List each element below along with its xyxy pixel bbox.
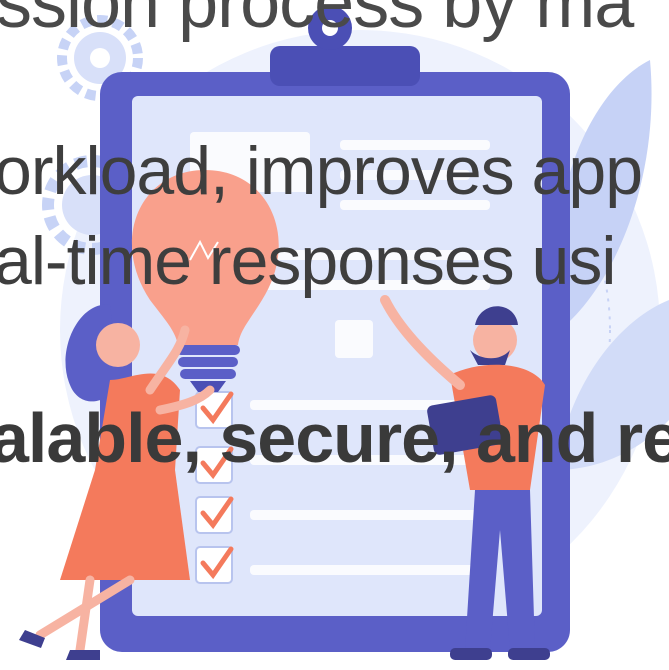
clipboard-illustration: [19, 6, 669, 660]
checkbox-icon: [195, 496, 234, 534]
clipboard-clip: [270, 46, 420, 86]
overlay-text-line-2: orkload, improves app: [0, 133, 643, 209]
checkbox-icon: [195, 546, 234, 584]
overlay-text-line-1: ssion process by ma: [0, 0, 634, 43]
overlay-text-line-3: al-time responses usi: [0, 223, 616, 299]
overlay-text-line-4: alable, secure, and re: [0, 399, 669, 477]
